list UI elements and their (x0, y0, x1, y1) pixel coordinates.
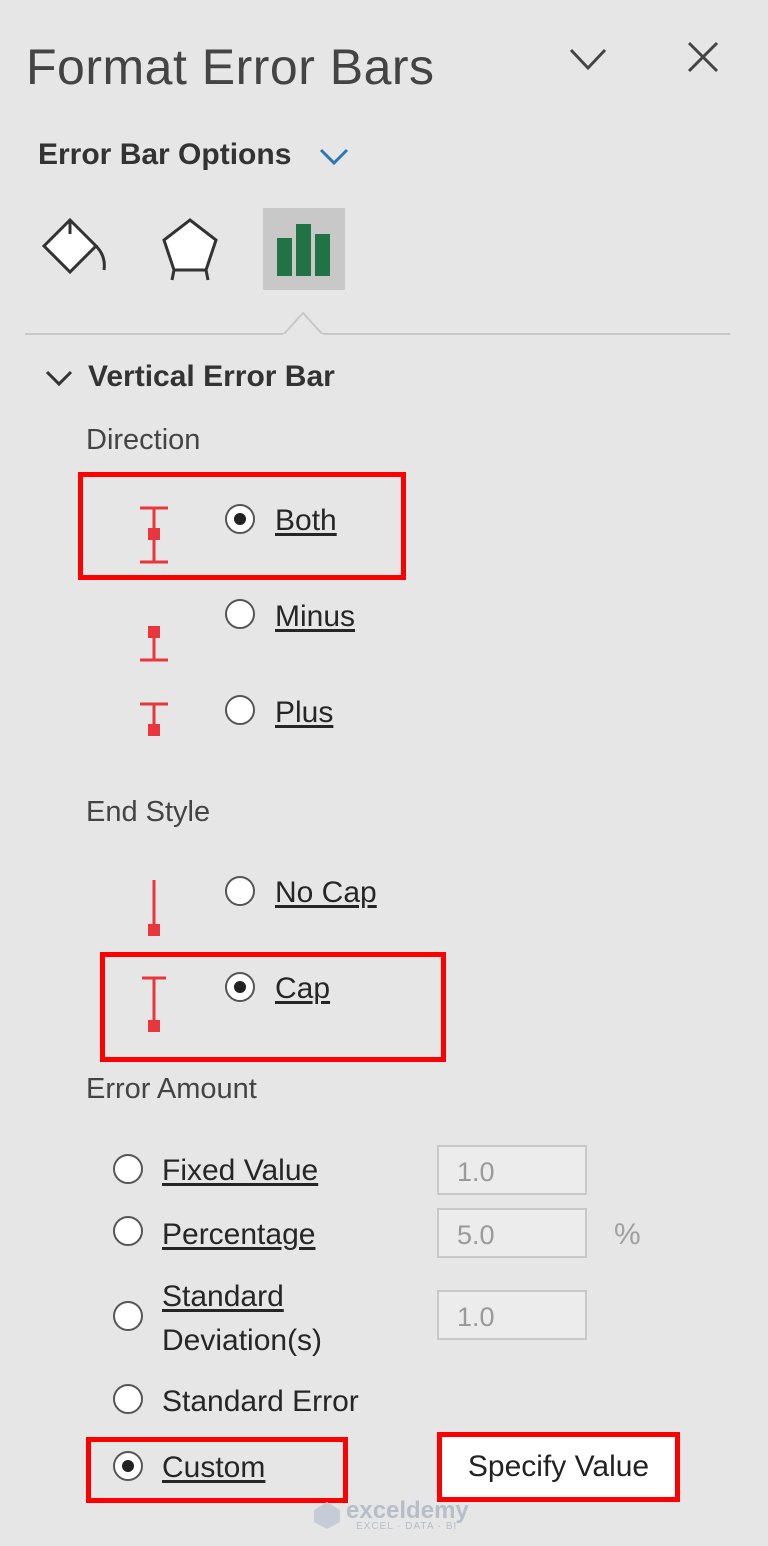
radio-plus[interactable] (225, 695, 255, 725)
radio-custom[interactable] (113, 1451, 143, 1481)
end-style-label: End Style (86, 796, 211, 828)
fixed-value-label: Fixed Value (162, 1154, 319, 1187)
section-title: Vertical Error Bar (88, 360, 335, 393)
bar-chart-icon (277, 224, 330, 276)
std-dev-label-line2: Deviation(s) (162, 1324, 323, 1357)
radio-standard-error[interactable] (113, 1384, 143, 1414)
both-label: Both (275, 504, 337, 537)
custom-label: Custom (162, 1451, 266, 1484)
minus-label: Minus (275, 600, 356, 633)
error-amount-label: Error Amount (86, 1073, 257, 1105)
radio-minus[interactable] (225, 599, 255, 629)
fixed-value-input[interactable]: 1.0 (437, 1145, 587, 1195)
radio-percentage[interactable] (113, 1216, 143, 1246)
error-bar-options-label: Error Bar Options (38, 138, 292, 171)
cap-label: Cap (275, 972, 331, 1005)
radio-fixed-value[interactable] (113, 1154, 143, 1184)
cap-icon (142, 976, 166, 1032)
radio-both[interactable] (225, 504, 255, 534)
standard-error-label: Standard Error (162, 1385, 359, 1418)
watermark-logo-icon (314, 1502, 340, 1529)
watermark-subtext: EXCEL · DATA · BI (356, 1521, 458, 1532)
percentage-input[interactable]: 5.0 (437, 1208, 587, 1258)
percent-unit: % (614, 1218, 641, 1251)
close-icon[interactable] (686, 40, 720, 74)
no-cap-icon (148, 880, 160, 936)
specify-value-button[interactable]: Specify Value (437, 1432, 680, 1502)
error-bar-options-dropdown[interactable]: Error Bar Options (38, 138, 291, 172)
section-collapse-chevron-icon[interactable] (44, 368, 74, 390)
radio-standard-deviation[interactable] (113, 1301, 143, 1331)
both-error-bar-icon (140, 506, 168, 564)
plus-label: Plus (275, 696, 334, 729)
fill-line-icon[interactable] (40, 212, 112, 278)
minus-error-bar-icon (140, 626, 168, 662)
radio-no-cap[interactable] (225, 876, 255, 906)
effects-pentagon-icon[interactable] (158, 214, 222, 284)
options-chevron-icon[interactable] (318, 146, 350, 168)
chevron-down-icon[interactable] (568, 44, 608, 74)
direction-label: Direction (86, 424, 201, 456)
panel-title: Format Error Bars (26, 39, 435, 95)
tab-error-bar-options[interactable] (263, 208, 345, 290)
radio-cap[interactable] (225, 972, 255, 1002)
tab-pointer (283, 311, 323, 337)
tab-divider (25, 333, 730, 335)
percentage-label: Percentage (162, 1218, 316, 1251)
std-dev-input[interactable]: 1.0 (437, 1290, 587, 1340)
plus-error-bar-icon (140, 702, 168, 736)
no-cap-label: No Cap (275, 876, 377, 909)
std-dev-label-line1: Standard (162, 1280, 284, 1313)
